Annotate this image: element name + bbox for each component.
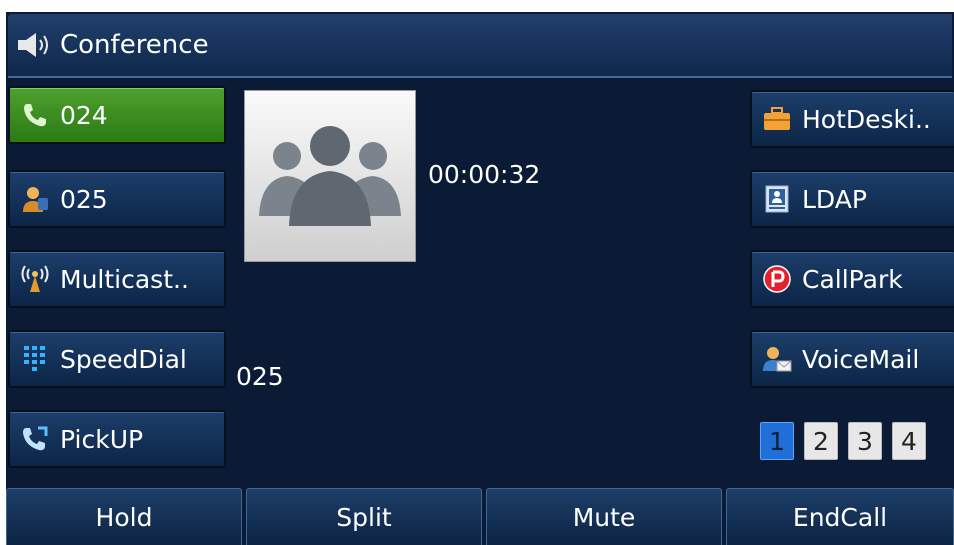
dsskey-label: HotDeski..: [802, 104, 931, 134]
line-key-label: 024: [60, 100, 108, 130]
keypad-icon: [18, 342, 52, 376]
mute-button[interactable]: Mute: [486, 488, 722, 545]
hold-button[interactable]: Hold: [6, 488, 242, 545]
line-key-speeddial[interactable]: SpeedDial: [8, 330, 226, 388]
call-duration: 00:00:32: [428, 160, 541, 189]
dsskey-label: LDAP: [802, 184, 867, 214]
line-key-025[interactable]: 025: [8, 170, 226, 228]
phone-screen: Conference 024 025 Multicast.. SpeedDial…: [6, 12, 954, 545]
page-indicator-3[interactable]: 3: [848, 422, 882, 460]
dsskey-label: VoiceMail: [802, 344, 920, 374]
line-key-024[interactable]: 024: [8, 86, 226, 144]
dsskey-voicemail[interactable]: VoiceMail: [750, 330, 954, 388]
line-key-pickup[interactable]: PickUP: [8, 410, 226, 468]
contact-person-icon: [18, 182, 52, 216]
dsskey-callpark[interactable]: CallPark: [750, 250, 954, 308]
speaker-icon: [16, 25, 56, 65]
title-bar: Conference: [8, 14, 952, 78]
directory-book-icon: [760, 182, 794, 216]
dsskey-label: CallPark: [802, 264, 903, 294]
park-p-icon: [760, 262, 794, 296]
handset-icon: [18, 98, 52, 132]
briefcase-icon: [760, 102, 794, 136]
line-key-label: Multicast..: [60, 264, 189, 294]
softkey-bar: Hold Split Mute EndCall: [6, 486, 954, 545]
pickup-handset-icon: [18, 422, 52, 456]
line-key-label: PickUP: [60, 424, 144, 454]
page-indicator-2[interactable]: 2: [804, 422, 838, 460]
line-key-label: SpeedDial: [60, 344, 187, 374]
split-button[interactable]: Split: [246, 488, 482, 545]
antenna-icon: [18, 262, 52, 296]
page-indicator-1[interactable]: 1: [760, 422, 794, 460]
conference-avatar: [244, 90, 416, 262]
page-indicator-4[interactable]: 4: [892, 422, 926, 460]
dsskey-hotdesking[interactable]: HotDeski..: [750, 90, 954, 148]
line-key-multicast[interactable]: Multicast..: [8, 250, 226, 308]
callee-name: 025: [236, 362, 284, 391]
voicemail-person-icon: [760, 342, 794, 376]
endcall-button[interactable]: EndCall: [726, 488, 954, 545]
line-key-label: 025: [60, 184, 108, 214]
conference-group-icon: [259, 126, 401, 226]
dsskey-ldap[interactable]: LDAP: [750, 170, 954, 228]
page-title: Conference: [60, 30, 209, 60]
